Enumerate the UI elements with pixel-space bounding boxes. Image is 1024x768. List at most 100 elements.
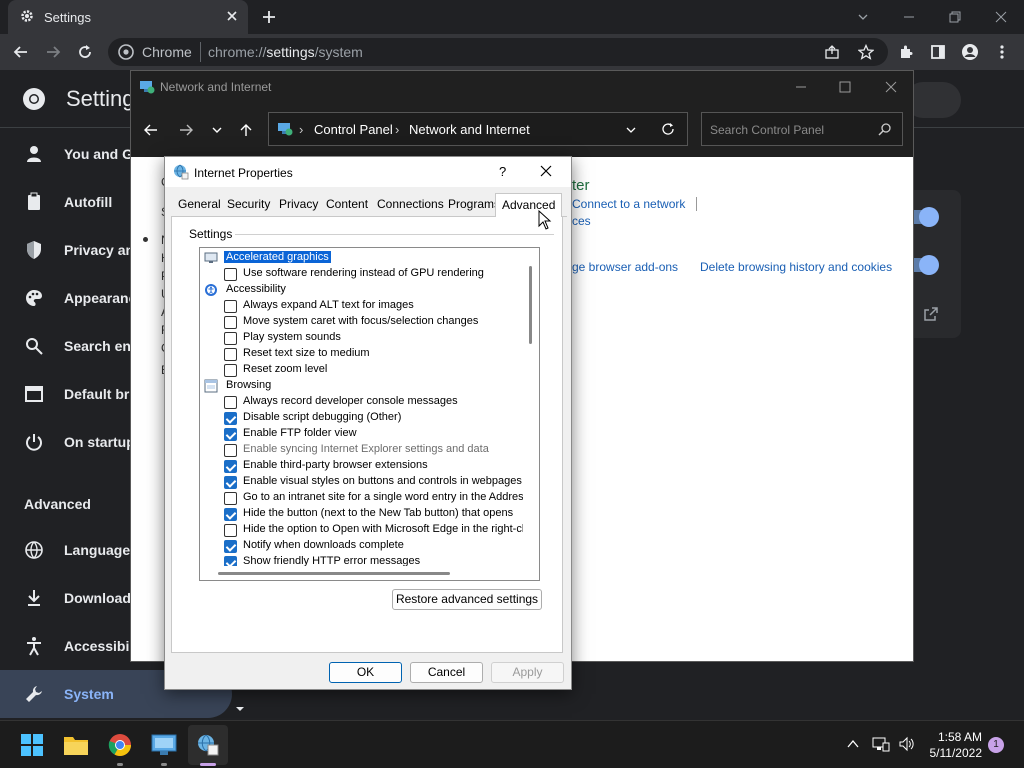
horizontal-scrollbar[interactable]	[200, 566, 539, 580]
breadcrumb-network[interactable]: Network and Internet	[409, 122, 530, 137]
scroll-thumb[interactable]	[529, 266, 532, 344]
cp-close-icon[interactable]	[883, 79, 899, 95]
volume-icon[interactable]	[898, 736, 916, 752]
scroll-thumb[interactable]	[218, 572, 450, 575]
link-devices-fragment[interactable]: ces	[572, 214, 591, 228]
setting-checkbox-row[interactable]: Use software rendering instead of GPU re…	[200, 266, 524, 282]
scroll-down-arrow-icon[interactable]	[234, 704, 246, 714]
minimize-icon[interactable]	[886, 0, 932, 34]
link-manage-addons[interactable]: ge browser add-ons	[572, 260, 678, 274]
setting-checkbox-row[interactable]: Enable FTP folder view	[200, 426, 524, 442]
restore-icon[interactable]	[932, 0, 978, 34]
setting-checkbox-row[interactable]: Hide the button (next to the New Tab but…	[200, 506, 524, 522]
checkbox[interactable]	[224, 396, 237, 409]
settings-group-row[interactable]: Browsing	[200, 378, 524, 394]
settings-group-row[interactable]: Accessibility	[200, 282, 524, 298]
cp-back-icon[interactable]	[140, 119, 162, 141]
checkbox[interactable]	[224, 268, 237, 281]
setting-checkbox-row[interactable]: Go to an intranet site for a single word…	[200, 490, 524, 506]
share-icon[interactable]	[824, 44, 840, 60]
checkbox[interactable]	[224, 524, 237, 537]
setting-checkbox-row[interactable]: Enable syncing Internet Explorer setting…	[200, 442, 524, 458]
cp-search-box[interactable]: Search Control Panel	[701, 112, 903, 146]
file-explorer-icon[interactable]	[60, 729, 92, 761]
tab-programs[interactable]: Programs	[448, 197, 500, 211]
breadcrumb-control-panel[interactable]: Control Panel	[314, 122, 393, 137]
address-dropdown-icon[interactable]	[625, 124, 637, 136]
forward-icon[interactable]	[40, 39, 66, 65]
back-icon[interactable]	[8, 39, 34, 65]
checkbox[interactable]	[224, 300, 237, 313]
checkbox[interactable]	[224, 316, 237, 329]
checkbox[interactable]	[224, 348, 237, 361]
close-window-icon[interactable]	[978, 0, 1024, 34]
new-tab-icon[interactable]	[258, 6, 280, 28]
help-button[interactable]: ?	[499, 164, 506, 179]
advanced-settings-list[interactable]: Accelerated graphics Use software render…	[199, 247, 540, 581]
checkbox[interactable]	[224, 428, 237, 441]
reload-icon[interactable]	[72, 39, 98, 65]
tab-content[interactable]: Content	[326, 197, 368, 211]
setting-checkbox-row[interactable]: Enable visual styles on buttons and cont…	[200, 474, 524, 490]
checkbox[interactable]	[224, 332, 237, 345]
tab-connections[interactable]: Connections	[377, 197, 444, 211]
settings-group-row[interactable]: Accelerated graphics	[200, 250, 524, 266]
checkbox[interactable]	[224, 460, 237, 473]
tab-settings[interactable]: Settings	[8, 0, 248, 34]
setting-checkbox-row[interactable]: Disable script debugging (Other)	[200, 410, 524, 426]
setting-checkbox-row[interactable]: Move system caret with focus/selection c…	[200, 314, 524, 330]
internet-properties-taskbar-icon[interactable]	[192, 729, 224, 761]
bookmark-star-icon[interactable]	[858, 44, 874, 60]
close-tab-icon[interactable]	[224, 8, 240, 24]
tab-general[interactable]: General	[178, 197, 221, 211]
checkbox[interactable]	[224, 412, 237, 425]
link-connect-network[interactable]: Connect to a network	[572, 197, 685, 211]
windows-start-icon[interactable]	[16, 729, 48, 761]
checkbox[interactable]	[224, 540, 237, 553]
setting-checkbox-row[interactable]: Reset text size to medium	[200, 346, 524, 362]
tab-search-icon[interactable]	[840, 0, 886, 34]
checkbox[interactable]	[224, 364, 237, 377]
cp-maximize-icon[interactable]	[837, 79, 853, 95]
checkbox[interactable]	[224, 476, 237, 489]
tab-security[interactable]: Security	[227, 197, 270, 211]
profile-avatar-icon[interactable]	[957, 39, 983, 65]
cp-recent-chevron-icon[interactable]	[206, 119, 228, 141]
show-hidden-icons-icon[interactable]	[846, 737, 860, 751]
cp-forward-icon[interactable]	[175, 119, 197, 141]
open-external-icon[interactable]	[923, 306, 939, 322]
tab-advanced[interactable]: Advanced	[495, 193, 563, 218]
checkbox[interactable]	[224, 444, 237, 457]
setting-checkbox-row[interactable]: Notify when downloads complete	[200, 538, 524, 554]
checkbox[interactable]	[224, 508, 237, 521]
notification-badge[interactable]: 1	[988, 737, 1004, 753]
ok-button[interactable]: OK	[329, 662, 402, 683]
vertical-scrollbar[interactable]	[523, 248, 539, 566]
setting-checkbox-row[interactable]: Reset zoom level	[200, 362, 524, 378]
extensions-icon[interactable]	[893, 39, 919, 65]
setting-checkbox-row[interactable]: Enable third-party browser extensions	[200, 458, 524, 474]
chrome-taskbar-icon[interactable]	[104, 729, 136, 761]
side-panel-icon[interactable]	[925, 39, 951, 65]
setting-checkbox-row[interactable]: Hide the option to Open with Microsoft E…	[200, 522, 524, 538]
cp-address-bar[interactable]: › Control Panel › Network and Internet	[268, 112, 688, 146]
tab-privacy[interactable]: Privacy	[279, 197, 318, 211]
cp-up-icon[interactable]	[235, 119, 257, 141]
checkbox[interactable]	[224, 492, 237, 505]
link-delete-history[interactable]: Delete browsing history and cookies	[700, 260, 892, 274]
omnibox[interactable]: Chrome chrome://settings/system	[108, 38, 888, 66]
setting-checkbox-row[interactable]: Play system sounds	[200, 330, 524, 346]
cp-minimize-icon[interactable]	[793, 79, 809, 95]
restore-advanced-settings-button[interactable]: Restore advanced settings	[392, 589, 542, 610]
setting-checkbox-row[interactable]: Always expand ALT text for images	[200, 298, 524, 314]
sidebar-advanced-heading[interactable]: Advanced	[24, 496, 91, 512]
control-panel-taskbar-icon[interactable]	[148, 729, 180, 761]
menu-kebab-icon[interactable]	[989, 39, 1015, 65]
system-clock[interactable]: 1:58 AM 5/11/2022	[922, 729, 983, 761]
apply-button[interactable]: Apply	[491, 662, 564, 683]
address-refresh-icon[interactable]	[661, 122, 675, 136]
cancel-button[interactable]: Cancel	[410, 662, 483, 683]
dialog-close-icon[interactable]	[539, 164, 553, 178]
network-status-icon[interactable]	[872, 736, 890, 752]
setting-checkbox-row[interactable]: Always record developer console messages	[200, 394, 524, 410]
